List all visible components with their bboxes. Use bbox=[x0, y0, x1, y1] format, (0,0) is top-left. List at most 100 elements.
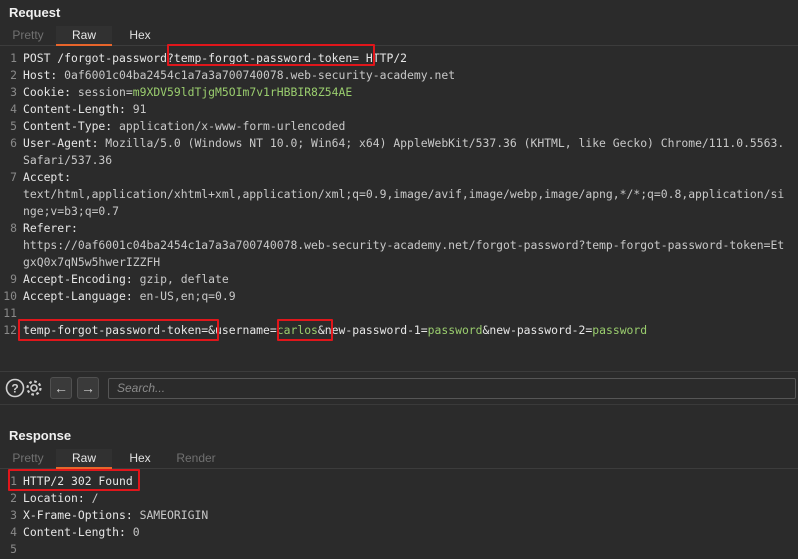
token: m9XDV59ldTjgM5OIm7v1rHBBIR8Z54AE bbox=[132, 85, 353, 99]
back-button[interactable]: ← bbox=[50, 377, 72, 399]
editor-line: 2 Location: / bbox=[0, 490, 798, 507]
line-text[interactable]: Location: / bbox=[23, 490, 98, 507]
line-text[interactable]: POST /forgot-password?temp-forgot-passwo… bbox=[23, 50, 407, 67]
forward-button[interactable]: → bbox=[77, 377, 99, 399]
editor-line: 5 Content-Type: application/x-www-form-ur… bbox=[0, 118, 798, 135]
token: Cookie: bbox=[23, 85, 78, 99]
line-text[interactable]: nge;v=b3;q=0.7 bbox=[23, 203, 119, 220]
token: & bbox=[317, 323, 325, 337]
editor-line: 8 Referer: bbox=[0, 220, 798, 237]
gear-icon[interactable] bbox=[23, 377, 45, 399]
response-tab-render[interactable]: Render bbox=[168, 449, 224, 468]
editor-line: 4 Content-Length: 91 bbox=[0, 101, 798, 118]
line-text[interactable]: Host: 0af6001c04ba2454c1a7a3a700740078.w… bbox=[23, 67, 455, 84]
request-tab-raw[interactable]: Raw bbox=[56, 26, 112, 46]
editor-line: 2 Host: 0af6001c04ba2454c1a7a3a700740078.… bbox=[0, 67, 798, 84]
token: application/x-www-form-urlencoded bbox=[119, 119, 346, 133]
editor-line: https://0af6001c04ba2454c1a7a3a700740078… bbox=[0, 237, 798, 254]
request-tabs: Pretty Raw Hex bbox=[0, 26, 798, 46]
line-number: 2 bbox=[10, 68, 17, 82]
token: Referer: bbox=[23, 221, 78, 235]
token: / bbox=[91, 491, 99, 505]
token: temp-forgot-password-token= bbox=[23, 323, 209, 337]
editor-line: 1 POST /forgot-password?temp-forgot-passw… bbox=[0, 50, 798, 67]
line-text[interactable]: temp-forgot-password-token=&username=car… bbox=[23, 322, 647, 339]
token: POST /forgot-password?temp-forgot-passwo… bbox=[23, 51, 408, 65]
token: X-Frame-Options: bbox=[23, 508, 140, 522]
token: Safari/537.36 bbox=[23, 153, 113, 167]
line-text[interactable]: Cookie: session=m9XDV59ldTjgM5OIm7v1rHBB… bbox=[23, 84, 352, 101]
token: Mozilla/5.0 (Windows NT 10.0; Win64; x64… bbox=[105, 136, 785, 150]
line-number: 1 bbox=[10, 51, 17, 65]
token: User-Agent: bbox=[23, 136, 106, 150]
token: Content-Type: bbox=[23, 119, 120, 133]
request-editor[interactable]: 1 POST /forgot-password?temp-forgot-passw… bbox=[0, 50, 798, 370]
editor-line: 11 bbox=[0, 305, 798, 322]
token: Host: bbox=[23, 68, 65, 82]
editor-line: Safari/537.36 bbox=[0, 152, 798, 169]
token: Accept-Language: bbox=[23, 289, 140, 303]
token: 0 bbox=[132, 525, 140, 539]
line-number: 4 bbox=[10, 525, 17, 539]
token: carlos bbox=[276, 323, 318, 337]
line-number: 10 bbox=[3, 289, 17, 303]
search-input[interactable]: Search... bbox=[108, 378, 796, 399]
editor-line: 3 Cookie: session=m9XDV59ldTjgM5OIm7v1rHB… bbox=[0, 84, 798, 101]
line-text[interactable]: Accept-Language: en-US,en;q=0.9 bbox=[23, 288, 236, 305]
line-text[interactable]: Content-Length: 91 bbox=[23, 101, 146, 118]
line-text[interactable]: gxQ0x7qN5w5hwerIZZFH bbox=[23, 254, 160, 271]
token: gxQ0x7qN5w5hwerIZZFH bbox=[23, 255, 161, 269]
editor-line: 7 Accept: bbox=[0, 169, 798, 186]
line-text[interactable]: HTTP/2 302 Found bbox=[23, 473, 133, 490]
token: SAMEORIGIN bbox=[139, 508, 209, 522]
token: nge;v=b3;q=0.7 bbox=[23, 204, 120, 218]
line-text[interactable]: text/html,application/xhtml+xml,applicat… bbox=[23, 186, 784, 203]
request-title: Request bbox=[9, 5, 61, 20]
token: password bbox=[592, 323, 648, 337]
line-text[interactable]: Accept: bbox=[23, 169, 71, 186]
line-text[interactable]: User-Agent: Mozilla/5.0 (Windows NT 10.0… bbox=[23, 135, 784, 152]
token: https://0af6001c04ba2454c1a7a3a700740078… bbox=[23, 238, 785, 252]
token: 91 bbox=[132, 102, 147, 116]
response-tab-hex[interactable]: Hex bbox=[112, 449, 168, 468]
response-editor[interactable]: 1 HTTP/2 302 Found 2 Location: / 3 X-Frame-Op… bbox=[0, 473, 798, 559]
token: Content-Length: bbox=[23, 102, 133, 116]
request-tab-hex[interactable]: Hex bbox=[112, 26, 168, 45]
response-tab-pretty[interactable]: Pretty bbox=[0, 449, 56, 468]
token: & bbox=[208, 323, 216, 337]
line-number: 6 bbox=[10, 136, 17, 150]
editor-line: text/html,application/xhtml+xml,applicat… bbox=[0, 186, 798, 203]
editor-line: 4 Content-Length: 0 bbox=[0, 524, 798, 541]
token: password bbox=[427, 323, 483, 337]
line-text[interactable]: Content-Length: 0 bbox=[23, 524, 140, 541]
token: session= bbox=[77, 85, 133, 99]
line-number: 3 bbox=[10, 85, 17, 99]
editor-line: 10 Accept-Language: en-US,en;q=0.9 bbox=[0, 288, 798, 305]
line-number: 11 bbox=[3, 306, 17, 320]
line-text[interactable]: Content-Type: application/x-www-form-url… bbox=[23, 118, 345, 135]
editor-line: 1 HTTP/2 302 Found bbox=[0, 473, 798, 490]
line-text[interactable]: https://0af6001c04ba2454c1a7a3a700740078… bbox=[23, 237, 784, 254]
request-toolbar: ? ← → Search... bbox=[0, 371, 798, 403]
line-number: 7 bbox=[10, 170, 17, 184]
token: HTTP/2 302 Found bbox=[23, 474, 133, 488]
token: gzip, deflate bbox=[139, 272, 229, 286]
line-number: 1 bbox=[10, 474, 17, 488]
line-number: 5 bbox=[10, 542, 17, 556]
token: text/html,application/xhtml+xml,applicat… bbox=[23, 187, 785, 201]
line-text[interactable]: Safari/537.36 bbox=[23, 152, 112, 169]
response-tab-raw[interactable]: Raw bbox=[56, 449, 112, 469]
panel-divider[interactable] bbox=[0, 404, 798, 424]
editor-line: 12 temp-forgot-password-token=&username=c… bbox=[0, 322, 798, 339]
token: Accept-Encoding: bbox=[23, 272, 140, 286]
token: Content-Length: bbox=[23, 525, 133, 539]
line-text[interactable]: Referer: bbox=[23, 220, 78, 237]
editor-line: 6 User-Agent: Mozilla/5.0 (Windows NT 10.… bbox=[0, 135, 798, 152]
token: 0af6001c04ba2454c1a7a3a700740078.web-sec… bbox=[64, 68, 456, 82]
line-text[interactable]: Accept-Encoding: gzip, deflate bbox=[23, 271, 229, 288]
token: new-password-1= bbox=[324, 323, 428, 337]
response-title: Response bbox=[9, 428, 72, 443]
line-text[interactable]: X-Frame-Options: SAMEORIGIN bbox=[23, 507, 208, 524]
editor-line: 9 Accept-Encoding: gzip, deflate bbox=[0, 271, 798, 288]
request-tab-pretty[interactable]: Pretty bbox=[0, 26, 56, 45]
